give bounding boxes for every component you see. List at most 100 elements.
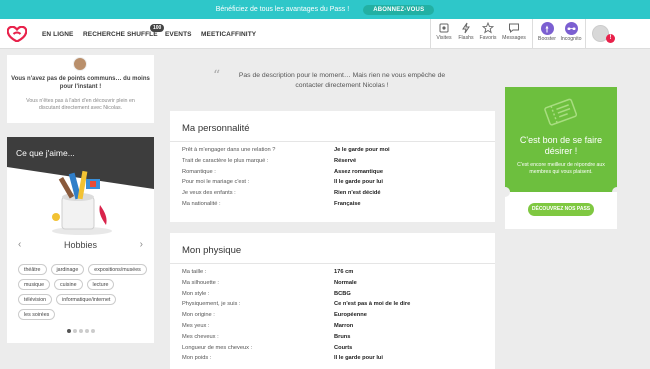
star-icon <box>482 22 494 34</box>
info-row: Mon poids : Il le garde pour lui <box>182 353 482 364</box>
info-value: Normale <box>334 279 357 286</box>
category-next-button[interactable]: › <box>140 239 143 250</box>
info-row: Physiquement, je suis : Ce n'est pas à mo… <box>182 299 482 310</box>
carousel-dot[interactable] <box>78 329 83 333</box>
nav-divider <box>430 19 431 49</box>
section-title: Ma personnalité <box>182 123 250 134</box>
personality-section: Ma personnalité Prêt à m'engager dans un… <box>170 111 495 222</box>
info-value: Courts <box>334 344 353 351</box>
nav-link-online[interactable]: EN LIGNE <box>42 31 74 38</box>
info-row: Trait de caractère le plus marqué : Réser… <box>182 156 482 167</box>
section-title: Mon physique <box>182 245 242 256</box>
nav-link-events[interactable]: EVENTS <box>165 31 192 38</box>
info-value: Je le garde pour moi <box>334 147 390 153</box>
info-label: Ma silhouette : <box>182 279 219 286</box>
nav-messages[interactable]: Messages <box>502 22 526 41</box>
carousel-dot[interactable] <box>66 329 71 333</box>
info-row: Longueur de mes cheveux : Courts <box>182 343 482 354</box>
nav-visits[interactable]: Visites <box>432 22 456 41</box>
info-label: Pour moi le mariage c'est : <box>182 179 250 186</box>
nav-divider <box>585 19 586 49</box>
info-label: Mon style : <box>182 290 210 297</box>
info-label: Romantique : <box>182 168 216 175</box>
lightning-icon <box>462 22 470 34</box>
info-label: Mon origine : <box>182 312 215 319</box>
interest-tag: jardinage <box>50 264 85 275</box>
incognito-icon <box>564 22 578 35</box>
info-label: Physiquement, je suis : <box>182 301 241 308</box>
info-label: Ma nationalité : <box>182 200 221 207</box>
info-value: Française <box>334 200 361 207</box>
info-label: Mes yeux : <box>182 322 210 329</box>
nav-divider <box>532 19 533 49</box>
info-label: Mon poids : <box>182 355 212 362</box>
nav-favorites[interactable]: Favoris <box>476 22 500 41</box>
quote-text: Pas de description pour le moment… Mais … <box>238 72 446 89</box>
info-row: Ma nationalité : Française <box>182 199 482 210</box>
ticket-icon <box>544 98 578 126</box>
info-row: Prêt à m'engager dans une relation ? Je l… <box>182 145 482 156</box>
info-row: Ma taille : 176 cm <box>182 267 482 278</box>
description-quote: “ Pas de description pour le moment… Mai… <box>170 60 495 100</box>
info-value: Bruns <box>334 333 351 340</box>
physique-rows: Ma taille : 176 cm Ma silhouette : Normale… <box>182 267 482 364</box>
physique-section: Mon physique Ma taille : 176 cm Ma silhou… <box>170 233 495 369</box>
paint-bucket-illustration <box>52 170 112 235</box>
carousel-dot[interactable] <box>90 329 95 333</box>
info-label: Prêt à m'engager dans une relation ? <box>182 147 276 153</box>
top-nav: EN LIGNE RECHERCHE SHUFFLE 100 EVENTS ME… <box>0 19 650 49</box>
interest-tag: cuisine <box>54 279 83 290</box>
info-value: BCBG <box>334 290 351 297</box>
chat-icon <box>509 23 519 34</box>
info-row: Je veux des enfants : Rien n'est décidé <box>182 188 482 199</box>
info-value: Ce n'est pas à moi de le dire <box>334 301 411 308</box>
info-row: Pour moi le mariage c'est : Il le garde p… <box>182 177 482 188</box>
likes-title: Ce que j'aime... <box>16 148 75 158</box>
divider <box>170 263 495 264</box>
info-label: Longueur de mes cheveux : <box>182 344 253 351</box>
nav-link-meeticaffinity[interactable]: MEETICAFFINITY <box>201 31 256 38</box>
interest-tag: télévision <box>18 294 53 305</box>
nav-visits-label: Visites <box>436 35 452 41</box>
nav-link-search[interactable]: RECHERCHE <box>83 31 125 38</box>
nav-flashs-label: Flashs <box>458 35 474 41</box>
nav-messages-label: Messages <box>502 35 526 41</box>
info-label: Je veux des enfants : <box>182 190 236 197</box>
pass-title: C'est bon de se faire désirer ! <box>519 135 603 156</box>
personality-rows: Prêt à m'engager dans une relation ? Je l… <box>182 145 482 210</box>
promo-text: Bénéficiez de tous les avantages du Pass… <box>215 6 350 13</box>
nav-flashs[interactable]: Flashs <box>454 22 478 41</box>
info-value: Il le garde pour lui <box>334 355 383 362</box>
alert-badge[interactable]: ! <box>606 34 615 43</box>
info-label: Mes cheveux : <box>182 333 219 340</box>
info-value: Réservé <box>334 157 357 164</box>
info-row: Ma silhouette : Normale <box>182 278 482 289</box>
info-row: Mon origine : Européenne <box>182 310 482 321</box>
interest-tag: expositions/musées <box>88 264 147 275</box>
common-points-card: Vous n'avez pas de points communs… du mo… <box>7 55 154 123</box>
nav-booster[interactable]: Booster <box>535 22 559 42</box>
meetic-logo[interactable] <box>7 26 27 42</box>
nav-incognito[interactable]: Incognito <box>559 22 583 42</box>
carousel-dot[interactable] <box>84 329 89 333</box>
category-switcher: ‹ Hobbies › <box>7 239 154 253</box>
shuffle-count-badge: 100 <box>150 24 165 32</box>
nav-favorites-label: Favoris <box>479 35 497 41</box>
info-row: Mes cheveux : Bruns <box>182 332 482 343</box>
interest-tag: lecture <box>86 279 115 290</box>
promo-banner: Bénéficiez de tous les avantages du Pass… <box>0 0 650 19</box>
info-row: Mes yeux : Marron <box>182 321 482 332</box>
info-label: Ma taille : <box>182 269 207 275</box>
info-value: 176 cm <box>334 269 354 275</box>
info-row: Romantique : Assez romantique <box>182 167 482 178</box>
common-points-subtitle: Vous n'êtes pas à l'abri d'en découvrir … <box>26 98 135 111</box>
nav-link-shuffle[interactable]: SHUFFLE <box>127 31 158 38</box>
carousel-dot[interactable] <box>72 329 77 333</box>
info-value: Marron <box>334 322 354 329</box>
interest-tag: les soirées <box>18 309 56 320</box>
divider <box>170 141 495 142</box>
subscribe-button[interactable]: ABONNEZ-VOUS <box>363 4 435 15</box>
info-label: Trait de caractère le plus marqué : <box>182 157 269 164</box>
discover-pass-button[interactable]: DÉCOUVREZ NOS PASS <box>528 203 594 216</box>
interest-tag: informatique/internet <box>56 294 117 305</box>
